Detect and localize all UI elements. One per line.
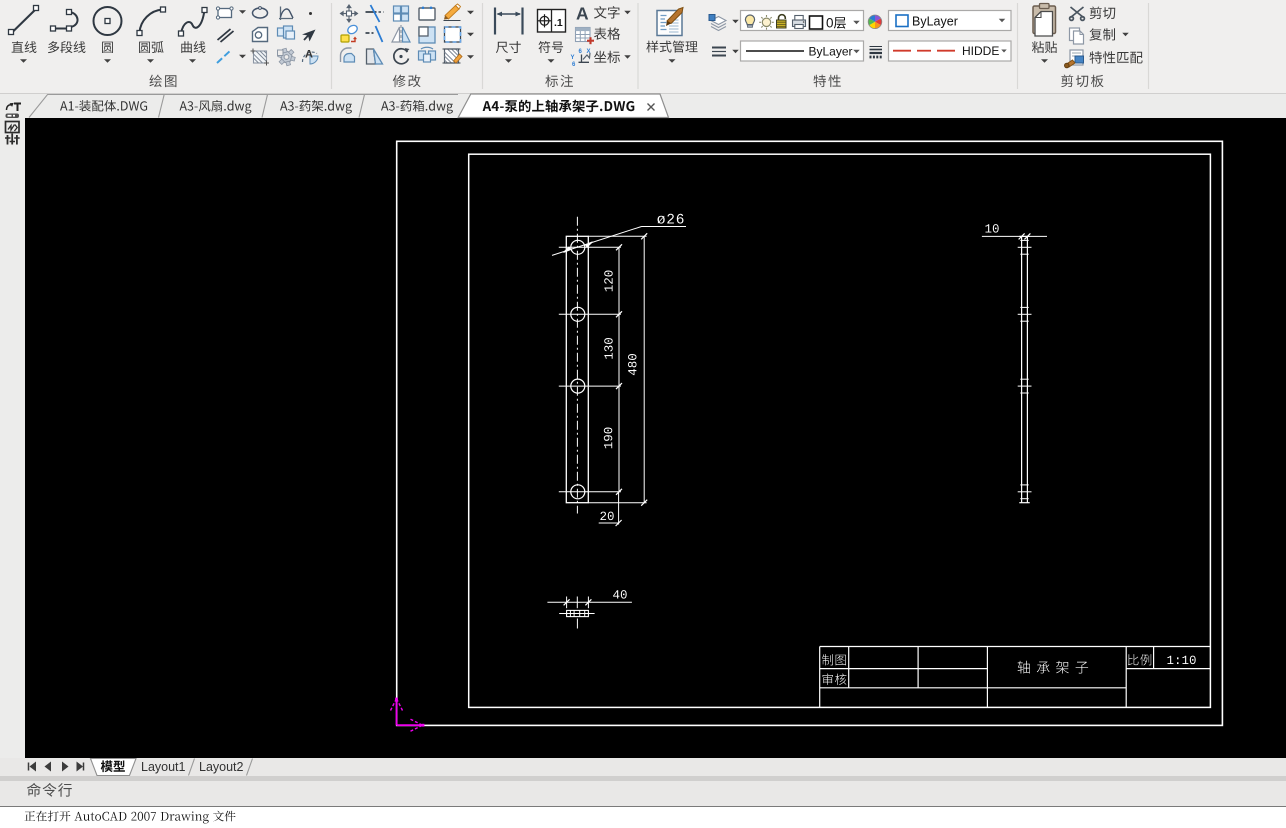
svg-text:ByLayer: ByLayer <box>809 45 853 59</box>
svg-text:HIDDE: HIDDE <box>962 44 999 58</box>
svg-text:X: X <box>587 49 591 55</box>
svg-text:.1: .1 <box>554 17 563 29</box>
svg-text:ByLayer: ByLayer <box>912 15 958 29</box>
svg-text:Layout2: Layout2 <box>199 760 244 774</box>
svg-text:A: A <box>576 3 589 23</box>
svg-text:0: 0 <box>826 16 834 31</box>
svg-text:Layout1: Layout1 <box>141 760 186 774</box>
svg-text:Y: Y <box>571 55 575 61</box>
svg-text:A: A <box>305 49 313 61</box>
